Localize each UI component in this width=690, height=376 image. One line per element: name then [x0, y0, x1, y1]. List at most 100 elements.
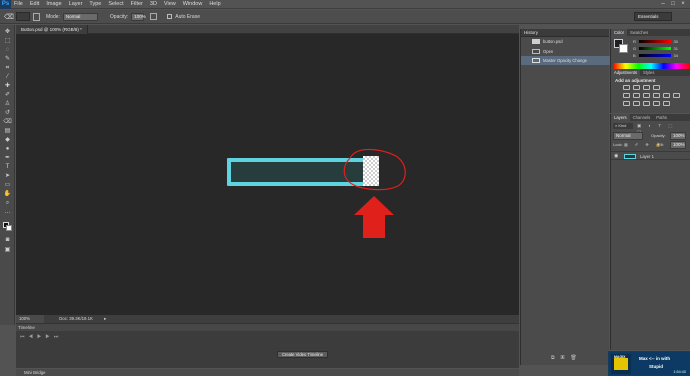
- curves-icon[interactable]: [643, 85, 650, 90]
- posterize-icon[interactable]: [633, 101, 640, 106]
- mode-select[interactable]: Normal: [62, 12, 98, 21]
- shape-tool-icon[interactable]: ▭: [3, 182, 12, 189]
- gradient-tool-icon[interactable]: ▤: [3, 128, 12, 135]
- fill-input[interactable]: 100%: [670, 141, 686, 149]
- create-video-timeline-button[interactable]: Create Video Timeline: [277, 351, 328, 358]
- red-value: 30: [673, 39, 678, 44]
- layer-name[interactable]: Layer 1: [640, 153, 654, 160]
- blur-tool-icon[interactable]: ◆: [3, 137, 12, 144]
- brush-preset-picker[interactable]: [16, 12, 30, 21]
- menu-edit[interactable]: Edit: [30, 1, 39, 7]
- timeline-title[interactable]: Timeline: [18, 325, 35, 330]
- menu-view[interactable]: View: [164, 1, 176, 7]
- menu-3d[interactable]: 3D: [150, 1, 157, 7]
- history-snapshot[interactable]: button.psd: [521, 37, 610, 46]
- history-item-open[interactable]: Open: [521, 47, 610, 56]
- hue-saturation-icon[interactable]: [633, 93, 640, 98]
- exposure-icon[interactable]: [653, 85, 660, 90]
- music-player-overlay[interactable]: MAGIX Max <-- in with Stupid 1:54:40: [608, 351, 690, 376]
- selective-color-icon[interactable]: [663, 101, 670, 106]
- tab-layers[interactable]: Layers: [611, 114, 630, 121]
- menu-filter[interactable]: Filter: [131, 1, 143, 7]
- crop-tool-icon[interactable]: ⌗: [3, 65, 12, 72]
- workspace-switcher[interactable]: Essentials: [634, 12, 672, 21]
- eraser-tool-icon[interactable]: ⌫: [4, 13, 16, 21]
- quick-mask-icon[interactable]: ◙: [3, 237, 12, 244]
- filter-kind-label: Kind: [618, 123, 627, 128]
- red-slider[interactable]: R 30: [633, 39, 678, 44]
- menu-window[interactable]: Window: [183, 1, 203, 7]
- dodge-tool-icon[interactable]: ●: [3, 146, 12, 153]
- screen-mode-icon[interactable]: ▣: [3, 247, 12, 254]
- invert-icon[interactable]: [623, 101, 630, 106]
- vibrance-icon[interactable]: [623, 93, 630, 98]
- menu-file[interactable]: File: [14, 1, 23, 7]
- layer-row[interactable]: ◉ Layer 1: [611, 151, 690, 160]
- threshold-icon[interactable]: [643, 101, 650, 106]
- healing-brush-tool-icon[interactable]: ✚: [3, 83, 12, 90]
- layer-filter-icons[interactable]: ▣ ◐ T ⬚ ▢: [637, 123, 685, 134]
- fill-label: Fill:: [658, 142, 665, 147]
- background-color-box[interactable]: [619, 44, 628, 53]
- brush-tool-icon[interactable]: ✐: [3, 92, 12, 99]
- tab-adjustments[interactable]: Adjustments: [611, 69, 641, 76]
- maximize-button[interactable]: □: [668, 0, 678, 8]
- visibility-eye-icon[interactable]: ◉: [614, 153, 618, 159]
- menu-help[interactable]: Help: [209, 1, 220, 7]
- history-panel-title[interactable]: History: [521, 29, 609, 37]
- mini-bridge-tab[interactable]: Mini Bridge: [16, 369, 519, 376]
- auto-erase-checkbox[interactable]: [167, 14, 173, 19]
- menu-select[interactable]: Select: [108, 1, 123, 7]
- quick-select-tool-icon[interactable]: ✎: [3, 56, 12, 63]
- opacity-input[interactable]: 100%: [131, 12, 146, 21]
- type-tool-icon[interactable]: T: [3, 164, 12, 171]
- layer-opacity-input[interactable]: 100%: [670, 132, 686, 140]
- photo-filter-icon[interactable]: [663, 93, 670, 98]
- black-white-icon[interactable]: [653, 93, 660, 98]
- green-slider[interactable]: G 31: [633, 46, 678, 51]
- levels-icon[interactable]: [633, 85, 640, 90]
- hand-tool-icon[interactable]: ✋: [3, 191, 12, 198]
- menu-image[interactable]: Image: [46, 1, 61, 7]
- eyedropper-tool-icon[interactable]: ⁄: [3, 74, 12, 81]
- channel-mixer-icon[interactable]: [673, 93, 680, 98]
- tab-styles[interactable]: Styles: [640, 69, 657, 76]
- marquee-tool-icon[interactable]: ⬚: [3, 38, 12, 45]
- tab-paths[interactable]: Paths: [653, 114, 670, 121]
- brush-panel-icon[interactable]: [33, 12, 40, 21]
- zoom-level[interactable]: 100%: [16, 315, 44, 323]
- zoom-tool-icon[interactable]: ⌕: [3, 200, 12, 207]
- background-color-swatch[interactable]: [6, 225, 12, 231]
- blue-slider[interactable]: B 34: [633, 53, 678, 58]
- eraser-tool-icon[interactable]: ⌫: [3, 119, 12, 126]
- brightness-contrast-icon[interactable]: [623, 85, 630, 90]
- path-select-tool-icon[interactable]: ➤: [3, 173, 12, 180]
- photoshop-logo[interactable]: Ps: [0, 0, 11, 9]
- status-menu-arrow-icon[interactable]: ▸: [104, 316, 106, 321]
- lasso-tool-icon[interactable]: ◌: [3, 47, 12, 54]
- blend-mode-select[interactable]: Normal: [613, 132, 643, 140]
- document-canvas[interactable]: [16, 34, 519, 315]
- timeline-playback-controls[interactable]: ⏮◀▶▶⏭: [20, 334, 80, 340]
- history-item-master-opacity-change[interactable]: Master Opacity Change: [521, 56, 610, 65]
- history-panel-buttons[interactable]: ⧉▣🗑: [551, 355, 601, 361]
- tab-color[interactable]: Color: [611, 29, 628, 36]
- history-brush-tool-icon[interactable]: ↺: [3, 110, 12, 117]
- menu-layer[interactable]: Layer: [69, 1, 83, 7]
- clone-stamp-tool-icon[interactable]: ♙: [3, 101, 12, 108]
- opacity-pressure-icon[interactable]: [150, 13, 158, 20]
- menu-type[interactable]: Type: [89, 1, 101, 7]
- more-tools-icon[interactable]: …: [3, 209, 12, 216]
- tab-swatches[interactable]: Swatches: [627, 29, 651, 36]
- tab-channels[interactable]: Channels: [630, 114, 654, 121]
- overlay-time: 1:54:40: [673, 370, 686, 374]
- gradient-map-icon[interactable]: [653, 101, 660, 106]
- layer-filter-kind-select[interactable]: ⌕ Kind: [613, 123, 633, 129]
- color-balance-icon[interactable]: [643, 93, 650, 98]
- close-button[interactable]: ×: [678, 0, 688, 8]
- minimize-button[interactable]: –: [658, 0, 668, 8]
- document-tab[interactable]: Button.psd @ 100% (RGB/8) *: [16, 25, 88, 34]
- pen-tool-icon[interactable]: ✒: [3, 155, 12, 162]
- move-tool-icon[interactable]: ✥: [3, 29, 12, 36]
- overlay-title: Max <-- in with: [639, 356, 671, 361]
